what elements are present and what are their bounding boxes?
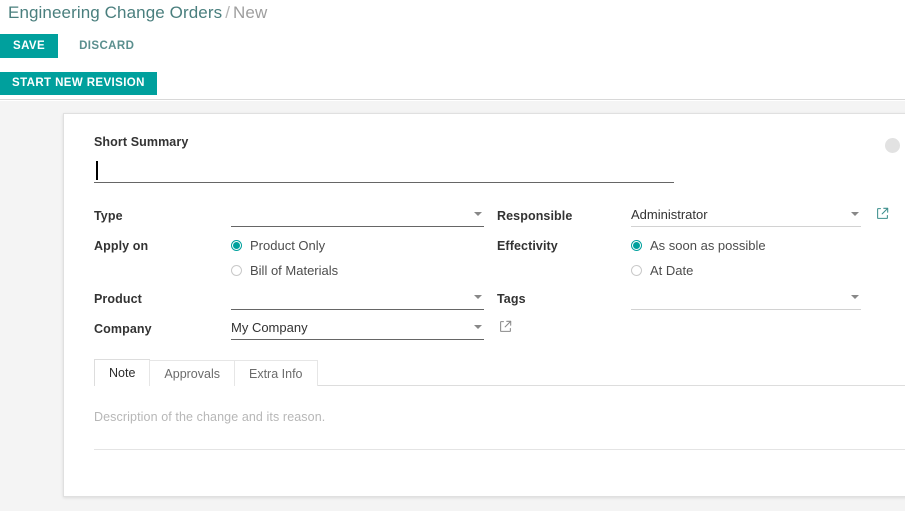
radio-option-asap[interactable]: As soon as possible <box>631 234 897 256</box>
discard-button[interactable]: DISCARD <box>66 34 147 58</box>
breadcrumb-current: New <box>233 3 268 22</box>
field-effectivity-label: Effectivity <box>497 239 558 253</box>
notebook-tab-list: Note Approvals Extra Info <box>94 359 905 387</box>
chevron-down-icon <box>851 295 859 299</box>
field-effectivity: Effectivity As soon as possible At Date <box>497 234 897 281</box>
field-responsible: Responsible Administrator <box>497 204 897 229</box>
field-tags-label: Tags <box>497 292 526 306</box>
note-divider <box>94 449 905 450</box>
field-responsible-dropdown[interactable]: Administrator <box>631 204 861 227</box>
field-type: Type <box>94 204 484 229</box>
radio-label-bill-of-materials: Bill of Materials <box>250 262 339 278</box>
left-field-column: Type Apply on Product Only Bill of Mater… <box>94 204 512 342</box>
field-company-value: My Company <box>231 320 308 335</box>
chevron-down-icon <box>851 212 859 216</box>
notebook: Note Approvals Extra Info Description of… <box>94 359 905 450</box>
external-link-icon-responsible[interactable] <box>876 207 889 220</box>
field-tags: Tags <box>497 287 897 312</box>
text-cursor <box>96 161 98 180</box>
breadcrumb: Engineering Change Orders / New <box>8 2 267 24</box>
radio-label-asap: As soon as possible <box>650 237 766 253</box>
form-sheet: Short Summary Type Apply on Product Only… <box>63 113 905 497</box>
field-company-dropdown[interactable]: My Company <box>231 317 484 340</box>
chevron-down-icon <box>474 295 482 299</box>
breadcrumb-root-link[interactable]: Engineering Change Orders <box>8 3 222 22</box>
radio-option-product-only[interactable]: Product Only <box>231 234 484 256</box>
radio-selected-icon <box>631 239 642 251</box>
radio-option-bill-of-materials[interactable]: Bill of Materials <box>231 259 484 281</box>
note-tab-panel[interactable]: Description of the change and its reason… <box>94 386 905 450</box>
start-new-revision-button[interactable]: START NEW REVISION <box>0 72 157 95</box>
field-responsible-label: Responsible <box>497 209 573 223</box>
chevron-down-icon <box>474 212 482 216</box>
field-company-label: Company <box>94 322 152 336</box>
radio-unselected-icon <box>231 264 242 276</box>
field-product-dropdown[interactable] <box>231 287 484 310</box>
breadcrumb-separator: / <box>225 3 231 22</box>
field-type-dropdown[interactable] <box>231 204 484 227</box>
tab-extra-info[interactable]: Extra Info <box>234 360 318 386</box>
field-responsible-value: Administrator <box>631 207 708 222</box>
field-company: Company My Company <box>94 317 512 342</box>
right-field-column: Responsible Administrator Effectivity As… <box>497 204 897 312</box>
record-action-buttons: SAVE DISCARD <box>0 34 147 58</box>
field-tags-dropdown[interactable] <box>631 287 861 310</box>
field-product-label: Product <box>94 292 142 306</box>
field-apply-on: Apply on Product Only Bill of Materials <box>94 234 484 281</box>
note-placeholder-text: Description of the change and its reason… <box>94 410 326 424</box>
field-type-label: Type <box>94 209 123 223</box>
control-panel: Engineering Change Orders / New SAVE DISCA… <box>0 0 905 100</box>
field-product: Product <box>94 287 484 312</box>
tab-note[interactable]: Note <box>94 359 151 387</box>
short-summary-label: Short Summary <box>94 135 189 149</box>
field-apply-on-label: Apply on <box>94 239 149 253</box>
radio-label-at-date: At Date <box>650 262 694 278</box>
radio-option-at-date[interactable]: At Date <box>631 259 897 281</box>
avatar-placeholder-icon <box>885 138 900 153</box>
chevron-down-icon <box>474 325 482 329</box>
short-summary-input[interactable] <box>94 160 674 183</box>
radio-label-product-only: Product Only <box>250 237 326 253</box>
tab-approvals[interactable]: Approvals <box>149 360 235 386</box>
save-button[interactable]: SAVE <box>0 34 59 58</box>
external-link-icon-company[interactable] <box>499 320 512 333</box>
radio-unselected-icon <box>631 264 642 276</box>
short-summary-field: Short Summary <box>94 135 674 183</box>
radio-selected-icon <box>231 239 242 251</box>
